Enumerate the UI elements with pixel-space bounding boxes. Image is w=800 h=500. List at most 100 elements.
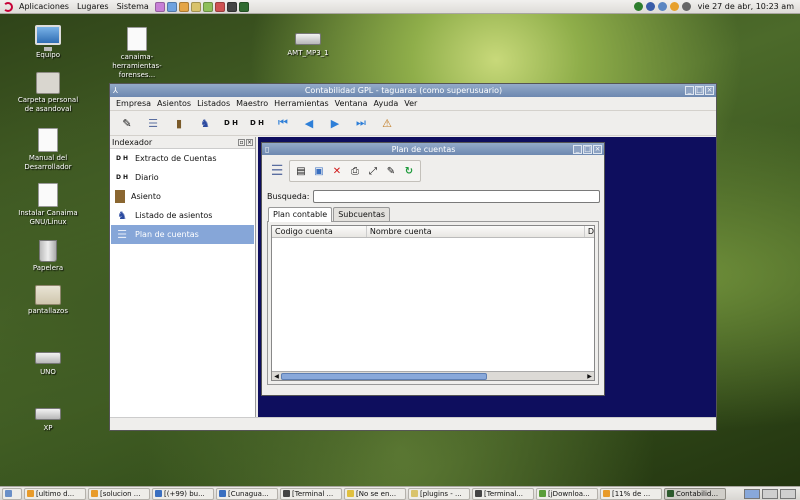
clock[interactable]: vie 27 de abr, 10:23 am [698, 2, 794, 11]
last-arrow-icon[interactable]: ⏭ [352, 114, 370, 132]
taskbar-item[interactable]: [11% de ... [600, 487, 662, 500]
desktop-icon-canaima[interactable]: canaima-herramientas-forenses... [105, 27, 169, 80]
taskbar-item[interactable]: [Terminal ... [280, 487, 342, 500]
scroll-right-icon[interactable]: ▶ [585, 372, 594, 381]
menu-aplicaciones[interactable]: Aplicaciones [15, 0, 73, 14]
menu-ventana[interactable]: Ventana [332, 99, 371, 108]
maximize-icon[interactable]: □ [695, 86, 704, 95]
scrollbar-thumb[interactable] [281, 372, 487, 380]
horizontal-scrollbar[interactable]: ◀ ▶ [272, 371, 594, 380]
network-icon[interactable] [657, 2, 667, 11]
launcher-icon[interactable] [166, 1, 177, 12]
new-document-icon[interactable]: ▤ [293, 163, 309, 179]
taskbar-item[interactable]: [plugins - ... [408, 487, 470, 500]
column-header-nombre[interactable]: Nombre cuenta [367, 226, 585, 237]
launcher-icon[interactable] [154, 1, 165, 12]
show-desktop-button[interactable] [2, 487, 22, 500]
debe-haber-icon[interactable]: D H [248, 114, 266, 132]
expand-icon[interactable]: ⤢ [365, 163, 381, 179]
desktop-icon-home[interactable]: Carpeta personal de asandoval [16, 72, 80, 114]
taskbar-item[interactable]: [No se en... [344, 487, 406, 500]
desktop-icon-uno[interactable]: UNO [16, 346, 80, 377]
indexer-item-plan[interactable]: ☰ Plan de cuentas [111, 225, 254, 244]
menu-empresa[interactable]: Empresa [113, 99, 154, 108]
print-icon[interactable]: ⎙ [347, 163, 363, 179]
tab-subcuentas[interactable]: Subcuentas [333, 207, 391, 221]
terminal-launcher-icon[interactable] [226, 1, 237, 12]
workspace-1[interactable] [744, 488, 760, 499]
desktop-icon-install[interactable]: Instalar Canaima GNU/Linux [16, 183, 80, 227]
main-window-titlebar[interactable]: ⅄ Contabilidad GPL - taguaras (como supe… [110, 84, 716, 97]
warning-icon[interactable]: ⚠ [378, 114, 396, 132]
scroll-left-icon[interactable]: ◀ [272, 372, 281, 381]
desktop-icon-equipo[interactable]: Equipo [16, 25, 80, 60]
document-icon [38, 183, 58, 207]
close-icon[interactable]: × [246, 139, 253, 146]
delete-icon[interactable]: ✕ [329, 163, 345, 179]
tray-icon[interactable] [645, 2, 655, 11]
book-icon[interactable]: ▮ [170, 114, 188, 132]
taskbar-item-active[interactable]: Contabilid... [664, 487, 726, 500]
desktop-icon-amt[interactable]: AMT_MP3_1 [276, 27, 340, 58]
desktop-icon-manual[interactable]: Manual del Desarrollador [16, 128, 80, 172]
debe-haber-icon[interactable]: D H [222, 114, 240, 132]
launcher-icon[interactable] [190, 1, 201, 12]
plan-window-titlebar[interactable]: ▯ Plan de cuentas _ □ × [262, 143, 604, 155]
indexer-item-diario[interactable]: D H Diario [111, 168, 254, 187]
close-icon[interactable]: × [593, 144, 602, 154]
desktop-icon-xp[interactable]: XP [16, 402, 80, 433]
system-monitor-icon[interactable] [238, 1, 249, 12]
volume-icon[interactable] [681, 2, 691, 11]
indexer-item-extracto[interactable]: D H Extracto de Cuentas [111, 149, 254, 168]
taskbar-item[interactable]: [solucion ... [88, 487, 150, 500]
figure-icon[interactable]: ♞ [196, 114, 214, 132]
launcher-icon[interactable] [178, 1, 189, 12]
prev-arrow-icon[interactable]: ◀ [300, 114, 318, 132]
desktop-icon-pantallazos[interactable]: pantallazos [16, 285, 80, 316]
indexer-header: Indexador ▫ × [110, 137, 255, 149]
menu-lugares[interactable]: Lugares [73, 0, 113, 14]
taskbar-item[interactable]: [(+99) bu... [152, 487, 214, 500]
taskbar-item[interactable]: [ultimo d... [24, 487, 86, 500]
menu-herramientas[interactable]: Herramientas [271, 99, 332, 108]
save-icon[interactable]: ▣ [311, 163, 327, 179]
menu-sistema[interactable]: Sistema [113, 0, 153, 14]
launcher-icon[interactable] [202, 1, 213, 12]
column-header-codigo[interactable]: Codigo cuenta [272, 226, 367, 237]
close-icon[interactable]: × [705, 86, 714, 95]
tab-plan-contable[interactable]: Plan contable [268, 207, 333, 222]
edit-pen-icon[interactable]: ✎ [118, 114, 136, 132]
task-label: [solucion ... [100, 489, 141, 498]
update-icon[interactable] [669, 2, 679, 11]
column-header-d[interactable]: D [585, 226, 594, 237]
taskbar-item[interactable]: [Terminal... [472, 487, 534, 500]
window-menu-icon[interactable]: ▯ [265, 145, 274, 154]
debian-logo-icon[interactable] [3, 1, 13, 12]
tray-icon[interactable] [633, 2, 643, 11]
launcher-icon[interactable] [214, 1, 225, 12]
float-icon[interactable]: ▫ [238, 139, 245, 146]
minimize-icon[interactable]: _ [685, 86, 694, 95]
taskbar-item[interactable]: [Cunagua... [216, 487, 278, 500]
workspace-3[interactable] [780, 488, 796, 499]
tree-icon[interactable]: ☰ [144, 114, 162, 132]
first-arrow-icon[interactable]: ⏮ [274, 114, 292, 132]
refresh-icon[interactable]: ↻ [401, 163, 417, 179]
menu-ver[interactable]: Ver [401, 99, 420, 108]
menu-ayuda[interactable]: Ayuda [371, 99, 402, 108]
accounts-table[interactable]: Codigo cuenta Nombre cuenta D ◀ ▶ [271, 225, 595, 381]
edit-icon[interactable]: ✎ [383, 163, 399, 179]
indexer-item-asiento[interactable]: Asiento [111, 187, 254, 206]
menu-maestro[interactable]: Maestro [233, 99, 271, 108]
menu-asientos[interactable]: Asientos [154, 99, 194, 108]
maximize-icon[interactable]: □ [583, 144, 592, 154]
minimize-icon[interactable]: _ [573, 144, 582, 154]
menu-listados[interactable]: Listados [194, 99, 233, 108]
next-arrow-icon[interactable]: ▶ [326, 114, 344, 132]
indexer-item-listado[interactable]: ♞ Listado de asientos [111, 206, 254, 225]
workspace-2[interactable] [762, 488, 778, 499]
task-label: [jDownloa... [548, 489, 590, 498]
taskbar-item[interactable]: [jDownloa... [536, 487, 598, 500]
search-input[interactable] [313, 190, 600, 203]
desktop-icon-papelera[interactable]: Papelera [16, 240, 80, 273]
